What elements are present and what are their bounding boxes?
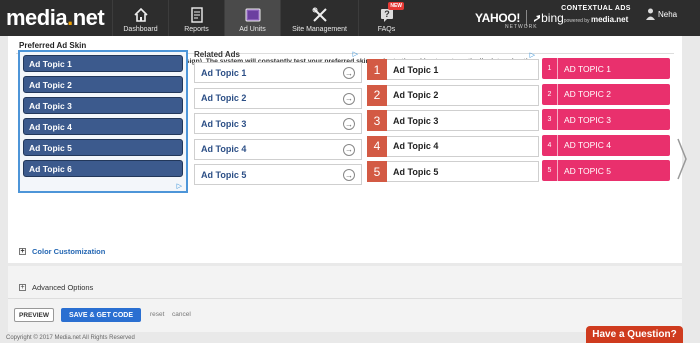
adchoices-icon: ▷ [529, 52, 535, 59]
nav-reports[interactable]: Reports [168, 0, 224, 36]
contextual-ads-logo: CONTEXTUAL ADS powered by media.net [561, 5, 631, 24]
copyright-footer: Copyright © 2017 Media.net All Rights Re… [6, 335, 135, 341]
ad-topic-item: 1 Ad Topic 1 [367, 59, 539, 80]
ad-topic-item: 4 Ad Topic 4 [367, 135, 539, 157]
ad-topic-item: 5 Ad Topic 5 [367, 161, 539, 182]
item-number: 3 [542, 109, 558, 130]
cancel-link[interactable]: cancel [172, 311, 191, 318]
options-divider [8, 298, 682, 299]
ad-topic-item: Ad Topic 5 [23, 139, 183, 156]
save-and-get-code-button[interactable]: SAVE & GET CODE [61, 308, 141, 322]
top-navigation-bar: media. net Dashboard Reports Ad Units Sit… [0, 0, 700, 36]
user-name: Neha [658, 9, 678, 19]
item-number: 4 [542, 134, 558, 156]
arrow-right-icon: → [343, 143, 355, 156]
partner-network: YAHOO! bing NETWORK [475, 0, 564, 36]
ad-topic-item: Ad Topic 1 → [194, 62, 362, 83]
item-number: 3 [367, 110, 387, 131]
color-customization-toggle[interactable]: + Color Customization [19, 247, 105, 256]
arrow-right-icon: → [343, 92, 355, 105]
ad-skin-option-4[interactable]: 1 AD TOPIC 1 2 AD TOPIC 2 3 AD TOPIC 3 4 AD … [542, 58, 670, 193]
lower-options-area [8, 266, 682, 332]
ad-topic-item: 3 AD TOPIC 3 [542, 109, 670, 130]
item-number: 2 [367, 84, 387, 106]
ad-units-icon [245, 7, 261, 23]
network-label: NETWORK [505, 24, 538, 30]
user-icon [646, 8, 655, 20]
ad-topic-item: 4 AD TOPIC 4 [542, 134, 670, 156]
ad-topic-item: Ad Topic 1 [23, 55, 183, 72]
ad-topic-item: Ad Topic 2 [23, 76, 183, 93]
adchoices-icon: ▷ [352, 51, 358, 58]
expand-plus-icon: + [19, 283, 26, 291]
nav-faqs[interactable]: NEW ? FAQs [358, 0, 414, 36]
item-number: 4 [367, 135, 387, 157]
ad-topic-item: 2 AD TOPIC 2 [542, 83, 670, 105]
nav-dashboard[interactable]: Dashboard [112, 0, 168, 36]
arrow-right-icon: → [343, 118, 355, 130]
item-number: 1 [367, 59, 387, 80]
carousel-next-icon[interactable] [676, 137, 688, 181]
tools-icon [312, 7, 328, 23]
adchoices-icon: ▷ [176, 183, 182, 190]
nav-site-management[interactable]: Site Management [280, 0, 358, 36]
home-icon [133, 7, 149, 23]
ad-topic-item: Ad Topic 4 [23, 118, 183, 135]
item-number: 5 [367, 161, 387, 182]
have-a-question-button[interactable]: Have a Question? [586, 326, 683, 343]
ad-skin-option-2[interactable]: Related Ads ▷ Ad Topic 1 → Ad Topic 2 → Ad… [194, 50, 362, 193]
ad-topic-item: 1 AD TOPIC 1 [542, 58, 670, 79]
arrow-right-icon: → [343, 67, 355, 79]
item-number: 5 [542, 160, 558, 181]
item-number: 1 [542, 58, 558, 79]
related-ads-title: Related Ads [194, 50, 240, 59]
preview-button[interactable]: PREVIEW [14, 308, 54, 322]
ad-topic-item: 3 Ad Topic 3 [367, 110, 539, 131]
yahoo-logo: YAHOO! [475, 11, 521, 25]
expand-plus-icon: + [19, 247, 26, 255]
svg-text:?: ? [384, 9, 390, 19]
ad-skin-option-1[interactable]: Ad Topic 1 Ad Topic 2 Ad Topic 3 Ad Topi… [18, 50, 188, 193]
ad-topic-item: 2 Ad Topic 2 [367, 84, 539, 106]
user-menu[interactable]: Neha [646, 8, 677, 20]
item-number: 2 [542, 83, 558, 105]
reset-link[interactable]: reset [150, 311, 164, 318]
ad-topic-item: Ad Topic 2 → [194, 87, 362, 109]
document-icon [189, 7, 205, 23]
ad-skin-option-3[interactable]: ▷ 1 Ad Topic 1 2 Ad Topic 2 3 Ad Topic 3 4A… [367, 50, 539, 193]
new-badge: NEW [388, 2, 404, 10]
section-title: Preferred Ad Skin [19, 41, 87, 50]
ad-topic-item: Ad Topic 5 → [194, 164, 362, 185]
ad-topic-item: Ad Topic 4 → [194, 138, 362, 160]
advanced-options-toggle[interactable]: + Advanced Options [19, 283, 93, 292]
ad-topic-item: Ad Topic 3 → [194, 113, 362, 134]
ad-topic-item: 5 AD TOPIC 5 [542, 160, 670, 181]
ad-topic-item: Ad Topic 3 [23, 97, 183, 114]
ad-topic-item: Ad Topic 6 [23, 160, 183, 177]
arrow-right-icon: → [343, 169, 355, 181]
nav-ad-units[interactable]: Ad Units [224, 0, 280, 36]
media-net-logo[interactable]: media. net [0, 0, 112, 36]
